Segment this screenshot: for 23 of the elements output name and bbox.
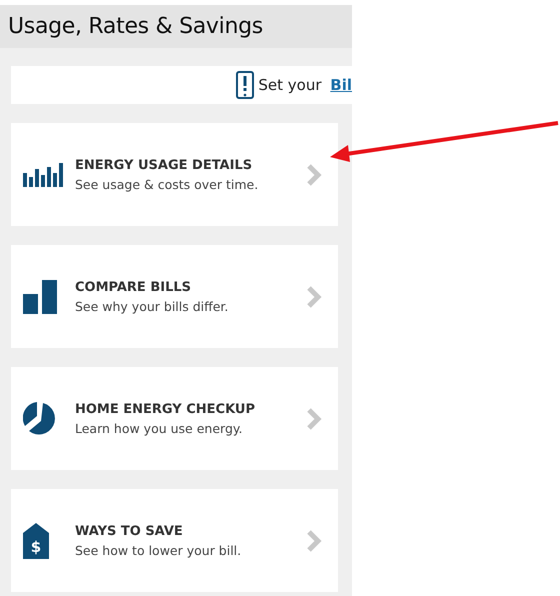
bar-chart-icon <box>23 162 65 186</box>
menu-card[interactable]: ENERGY USAGE DETAILS See usage & costs over time. <box>11 123 338 226</box>
chevron-right-icon <box>306 162 322 186</box>
bill-link[interactable]: Bil <box>330 76 352 94</box>
card-subtitle: See usage & costs over time. <box>75 176 260 192</box>
card-title: HOME ENERGY CHECKUP <box>75 402 256 416</box>
chevron-right-icon <box>306 284 322 308</box>
phone-alert-icon <box>236 71 254 99</box>
card-subtitle: See why your bills differ. <box>75 298 230 314</box>
card-subtitle: See how to lower your bill. <box>75 542 242 558</box>
bar-chart-icon <box>23 280 59 314</box>
banner-text: Set your <box>258 76 323 94</box>
page-title: Usage, Rates & Savings <box>0 5 352 48</box>
chevron-right-icon <box>306 406 322 430</box>
card-title: COMPARE BILLS <box>75 280 192 294</box>
menu-card[interactable]: HOME ENERGY CHECKUP Learn how you use energy. <box>11 367 338 470</box>
menu-card[interactable]: $ WAYS TO SAVE See how to lower your bill. <box>11 489 338 592</box>
menu-card[interactable]: COMPARE BILLS See why your bills differ. <box>11 245 338 348</box>
card-title: WAYS TO SAVE <box>75 524 184 538</box>
card-subtitle: Learn how you use energy. <box>75 420 244 436</box>
chevron-right-icon <box>306 528 322 552</box>
price-tag-icon: $ <box>23 522 49 558</box>
card-title: ENERGY USAGE DETAILS <box>75 158 254 172</box>
